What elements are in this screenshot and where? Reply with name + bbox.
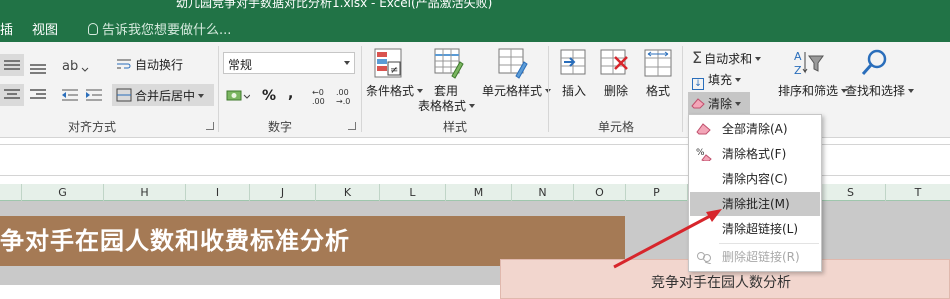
lightbulb-icon [88, 23, 98, 35]
tab-partial[interactable]: 插 [0, 19, 13, 38]
percent-button[interactable]: % [262, 88, 276, 104]
clear-label: 清除 [708, 97, 733, 111]
cells-group-label: 单元格 [598, 120, 635, 134]
window-title: 幼儿园竞争对手数据对比分析1.xlsx - Excel(产品激活失败) [176, 0, 493, 10]
chevron-down-icon [344, 61, 350, 65]
svg-text:ab: ab [62, 59, 78, 74]
column-header[interactable]: H [104, 184, 186, 201]
find-select-button[interactable]: 查找和选择 [845, 82, 915, 99]
sort-filter-label: 排序和筛选 [778, 84, 839, 98]
menu-item-clear-formats[interactable]: % 清除格式(F) [690, 142, 820, 166]
menu-item-clear-contents[interactable]: 清除内容(C) [690, 167, 820, 191]
column-header-partial[interactable] [0, 184, 22, 201]
column-header[interactable]: T [886, 184, 950, 201]
chart-title: 竞争对手在园人数分析 [651, 275, 791, 291]
menu-item-clear-all[interactable]: 全部清除(A) [690, 117, 820, 141]
number-launcher-icon[interactable] [348, 122, 356, 130]
indent-icon[interactable] [62, 86, 108, 104]
format-as-table-label2: 表格格式 [418, 97, 476, 114]
insert-cells-icon[interactable] [560, 48, 588, 80]
fill-button[interactable]: ↓ 填充 [692, 71, 742, 90]
alignment-group-label: 对齐方式 [68, 120, 117, 134]
clear-format-icon: % [696, 148, 712, 161]
menu-item-clear-comments[interactable]: 清除批注(M) [690, 192, 820, 216]
table-format-line1: 套用 [434, 84, 459, 98]
column-header[interactable]: M [446, 184, 512, 201]
merge-icon [116, 88, 132, 102]
conditional-format-label: 条件格式 [366, 84, 415, 98]
conditional-format-icon[interactable]: ≠ [374, 48, 404, 80]
find-select-label: 查找和选择 [845, 84, 906, 98]
tell-me-search[interactable]: 告诉我您想要做什么... [88, 19, 231, 38]
cell-styles-button[interactable]: 单元格样式 [482, 82, 552, 99]
svg-text:%: % [696, 148, 705, 158]
wrap-text-button[interactable]: 自动换行 [116, 56, 183, 73]
merge-center-label: 合并后居中 [135, 89, 196, 103]
cell-styles-icon[interactable] [498, 48, 528, 80]
cell-styles-label: 单元格样式 [482, 84, 543, 98]
eraser-icon [696, 123, 711, 135]
comma-button[interactable]: , [288, 86, 293, 102]
align-buttons-icon[interactable] [0, 54, 50, 112]
format-label: 格式 [646, 84, 671, 98]
clear-dropdown-menu: 全部清除(A) % 清除格式(F) 清除内容(C) 清除批注(M) 清除超链接(… [688, 114, 822, 272]
tell-me-label: 告诉我您想要做什么... [102, 23, 232, 38]
format-button[interactable]: 格式 [646, 82, 670, 99]
column-header[interactable]: S [816, 184, 886, 201]
remove-link-icon [697, 252, 712, 264]
fill-label: 填充 [708, 73, 733, 87]
delete-cells-icon[interactable] [600, 48, 630, 80]
number-format-select[interactable]: 常规 [223, 52, 355, 74]
menu-item-clear-hyperlinks[interactable]: 清除超链接(L) [690, 217, 820, 241]
clear-button[interactable]: 清除 [688, 92, 750, 114]
tab-view[interactable]: 视图 [32, 19, 58, 38]
wrap-text-icon [117, 59, 131, 69]
fill-down-icon: ↓ [692, 78, 704, 90]
ribbon-tab-bar: 插 视图 告诉我您想要做什么... [0, 10, 950, 42]
sort-filter-button[interactable]: 排序和筛选 [778, 82, 848, 99]
svg-text:A: A [794, 50, 802, 63]
eraser-icon [691, 98, 705, 109]
styles-group-label: 样式 [443, 120, 468, 134]
column-header[interactable]: P [626, 184, 688, 201]
accounting-format-icon[interactable] [226, 88, 250, 104]
merge-center-button[interactable]: 合并后居中 [112, 84, 214, 106]
autosum-button[interactable]: Σ 自动求和 [692, 48, 762, 67]
title-bar: 幼儿园竞争对手数据对比分析1.xlsx - Excel(产品激活失败) [0, 0, 950, 10]
column-header[interactable]: N [512, 184, 574, 201]
alignment-launcher-icon[interactable] [206, 122, 214, 130]
autosum-label: 自动求和 [704, 52, 753, 66]
conditional-format-button[interactable]: 条件格式 [366, 82, 424, 99]
insert-button[interactable]: 插入 [562, 82, 586, 99]
wrap-text-label: 自动换行 [135, 58, 184, 72]
column-header[interactable]: K [316, 184, 380, 201]
column-header[interactable]: J [250, 184, 316, 201]
delete-button[interactable]: 删除 [604, 82, 628, 99]
svg-text:.00: .00 [312, 97, 325, 106]
column-header[interactable]: I [186, 184, 250, 201]
svg-text:→.0: →.0 [336, 97, 350, 106]
decimal-buttons-icon[interactable]: ←0 .00 .00 →.0 [312, 86, 356, 106]
sort-filter-icon[interactable]: A Z [792, 48, 826, 80]
format-as-table-icon[interactable] [434, 48, 464, 80]
insert-label: 插入 [562, 84, 587, 98]
sigma-icon: Σ [692, 48, 703, 67]
column-header[interactable]: G [22, 184, 104, 201]
svg-text:≠: ≠ [390, 65, 398, 76]
orientation-icon[interactable]: ab [62, 56, 90, 74]
number-group-label: 数字 [268, 120, 293, 134]
svg-text:.00: .00 [336, 88, 349, 97]
menu-item-remove-hyperlinks[interactable]: 删除超链接(R) [690, 245, 820, 269]
svg-text:←0: ←0 [312, 88, 324, 97]
column-header[interactable]: O [574, 184, 626, 201]
search-icon[interactable] [860, 48, 890, 80]
format-cells-icon[interactable] [644, 48, 674, 80]
number-format-value: 常规 [228, 58, 253, 72]
svg-text:Z: Z [794, 64, 802, 77]
delete-label: 删除 [604, 84, 629, 98]
column-header[interactable]: L [380, 184, 446, 201]
